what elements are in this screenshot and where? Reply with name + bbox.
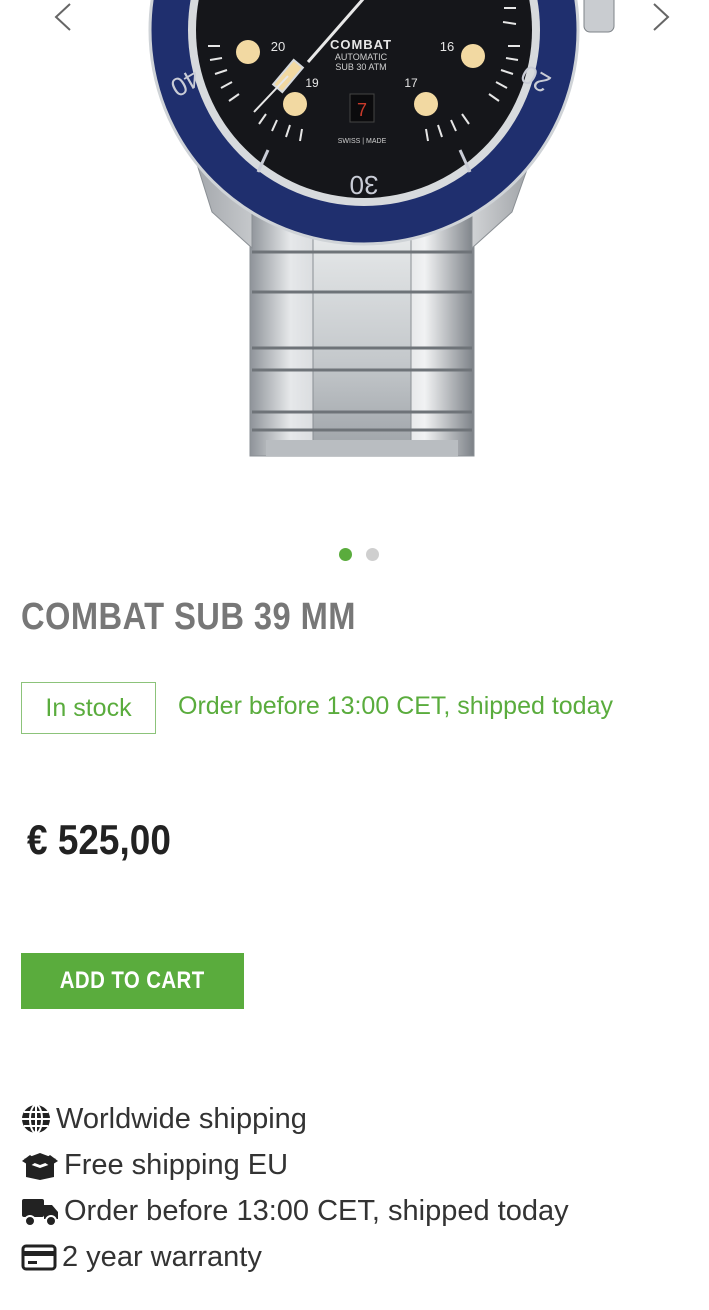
stock-status-badge: In stock <box>21 682 156 734</box>
feature-item-warranty: 2 year warranty <box>20 1234 569 1280</box>
svg-text:SUB 30 ATM: SUB 30 ATM <box>335 62 386 72</box>
svg-text:20: 20 <box>271 39 285 54</box>
feature-label: 2 year warranty <box>62 1240 262 1273</box>
svg-text:30: 30 <box>350 170 379 200</box>
feature-label: Order before 13:00 CET, shipped today <box>64 1194 569 1227</box>
feature-item-free-shipping: Free shipping EU <box>20 1142 569 1188</box>
product-price: € 525,00 <box>27 816 171 863</box>
svg-text:AUTOMATIC: AUTOMATIC <box>335 52 388 62</box>
feature-list: Worldwide shipping Free shipping EU Orde… <box>20 1096 569 1280</box>
feature-label: Worldwide shipping <box>56 1102 307 1135</box>
svg-text:16: 16 <box>440 39 454 54</box>
next-slide-icon[interactable] <box>644 0 678 34</box>
svg-text:19: 19 <box>305 76 319 90</box>
box-icon <box>22 1153 58 1180</box>
add-to-cart-button[interactable]: ADD TO CART <box>21 953 244 1009</box>
svg-text:17: 17 <box>404 76 418 90</box>
previous-slide-icon[interactable] <box>46 0 80 34</box>
slide-dot-2[interactable] <box>366 548 379 561</box>
credit-card-icon <box>21 1244 57 1271</box>
truck-icon <box>22 1199 58 1227</box>
feature-item-worldwide-shipping: Worldwide shipping <box>20 1096 569 1142</box>
feature-label: Free shipping EU <box>64 1148 289 1181</box>
add-to-cart-label: ADD TO CART <box>60 967 205 994</box>
globe-icon <box>22 1104 50 1134</box>
slide-dot-1[interactable] <box>339 548 352 561</box>
slide-indicators <box>339 548 379 561</box>
product-image-gallery[interactable]: 30 40 20 20 19 16 17 COMBAT AUTOMATIC SU… <box>0 0 709 572</box>
product-title: COMBAT SUB 39 MM <box>21 596 356 638</box>
shipping-note: Order before 13:00 CET, shipped today <box>178 692 613 720</box>
svg-text:SWISS | MADE: SWISS | MADE <box>338 138 387 145</box>
feature-item-order-before: Order before 13:00 CET, shipped today <box>20 1188 569 1234</box>
svg-text:7: 7 <box>357 100 367 120</box>
product-image: 30 40 20 20 19 16 17 COMBAT AUTOMATIC SU… <box>148 0 615 457</box>
svg-text:COMBAT: COMBAT <box>330 37 392 52</box>
